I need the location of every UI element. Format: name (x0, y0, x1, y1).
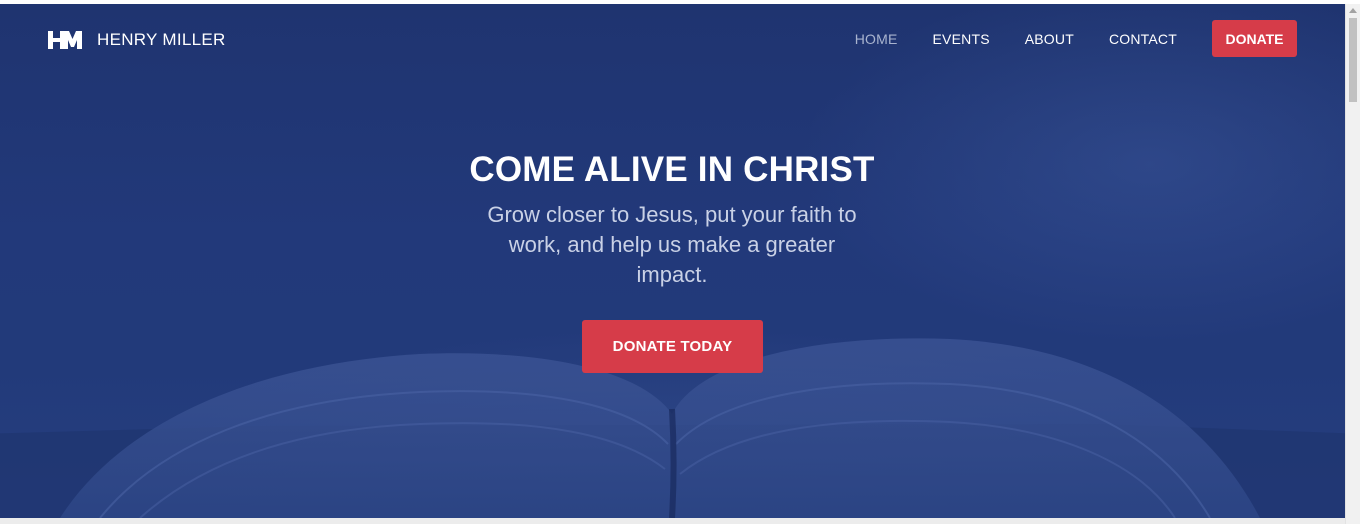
donate-today-button[interactable]: DONATE TODAY (582, 320, 763, 373)
hero-subtitle: Grow closer to Jesus, put your faith to … (487, 202, 857, 287)
top-navigation: HENRY MILLER HOME EVENTS ABOUT CONTACT D… (0, 4, 1345, 74)
nav-contact-link[interactable]: CONTACT (1109, 31, 1177, 47)
scroll-up-arrow-icon[interactable] (1349, 8, 1357, 13)
brand[interactable]: HENRY MILLER (48, 30, 226, 50)
brand-name: HENRY MILLER (97, 30, 226, 49)
hm-monogram-icon (48, 31, 82, 49)
nav-events-link[interactable]: EVENTS (933, 31, 990, 47)
nav-home-link[interactable]: HOME (855, 31, 898, 47)
scrollbar-thumb[interactable] (1349, 18, 1357, 102)
hero-section: COME ALIVE IN CHRIST Grow closer to Jesu… (372, 150, 972, 290)
page-bottom-edge (0, 518, 1345, 524)
hero-title: COME ALIVE IN CHRIST (469, 150, 875, 189)
vertical-scrollbar[interactable] (1345, 4, 1360, 524)
nav-menu: HOME EVENTS ABOUT CONTACT DONATE (855, 20, 1297, 57)
nav-donate-button[interactable]: DONATE (1212, 20, 1297, 57)
nav-about-link[interactable]: ABOUT (1025, 31, 1074, 47)
